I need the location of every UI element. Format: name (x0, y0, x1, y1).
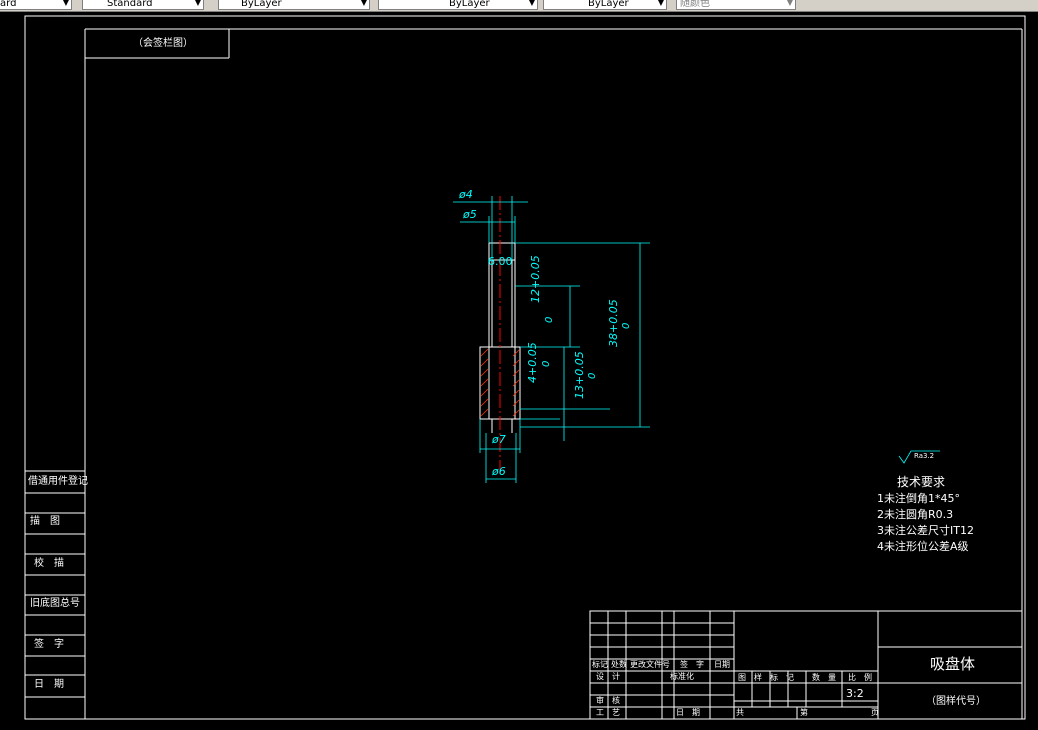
tb-stage-label: 图 样 标 记 (738, 673, 794, 682)
chevron-down-icon: ▼ (194, 0, 201, 7)
tech-req-item: 1未注倒角1*45° (877, 492, 960, 505)
lineweight-value: ByLayer (588, 0, 629, 9)
left-block-label: 借通用件登记 (28, 476, 88, 487)
left-block-label: 校 描 (34, 558, 64, 569)
scale-value: 3:2 (846, 687, 864, 700)
tb-stage-label: 数 量 (812, 673, 836, 682)
dim-4: 4+0.05 (526, 342, 539, 383)
plotstyle-value: 随颜色 (680, 0, 710, 9)
chevron-down-icon: ▼ (786, 0, 793, 7)
dim-12: 12+0.05 (529, 255, 542, 303)
left-block-label: 签 字 (34, 639, 64, 650)
sheet-border (24, 15, 1026, 720)
dim-d6: ø6 (492, 465, 506, 478)
dim-12-low: 0 (544, 316, 555, 323)
drawing-canvas[interactable]: ø4 ø5 6.00 ø7 ø6 12+0.05 0 38+0.05 0 4+0… (0, 11, 1038, 730)
tb-date: 日 期 (676, 708, 700, 717)
surface-finish-text: Ra3.2 (914, 452, 935, 460)
tb-designer: 设 计 (596, 672, 620, 681)
dim-4-low: 0 (541, 360, 552, 367)
tb-sheet-no: 第 (800, 708, 808, 717)
linetype-value: ByLayer (449, 0, 490, 9)
dim-d7: ø7 (492, 433, 506, 446)
drawing-code: （图样代号） (926, 696, 986, 707)
dim-38-low: 0 (621, 322, 632, 329)
tech-req-title: 技术要求 (897, 475, 946, 489)
countersign-label: （会签栏图） (133, 38, 193, 49)
tech-req-item: 4未注形位公差A级 (877, 540, 969, 553)
dim-d5: ø5 (463, 208, 477, 221)
chevron-down-icon: ▼ (657, 0, 664, 7)
text-style-value: ard (0, 0, 17, 9)
chevron-down-icon: ▼ (62, 0, 69, 7)
part-name: 吸盘体 (930, 655, 976, 673)
dimension-lines (453, 196, 650, 483)
plotstyle-combo[interactable]: 随颜色 ▼ (676, 0, 796, 10)
dim-d4: ø4 (459, 188, 473, 201)
tb-page: 页 (871, 708, 879, 717)
tb-reviewer: 审 核 (596, 696, 620, 705)
dim-13-low: 0 (587, 372, 598, 379)
drawing-lines (24, 15, 1026, 720)
tb-row-label: 更改文件号 (630, 660, 670, 669)
left-block-label: 描 图 (30, 516, 60, 527)
chevron-down-icon: ▼ (528, 0, 535, 7)
dim-style-combo[interactable]: Standard ▼ (82, 0, 204, 10)
layer-color-combo[interactable]: ByLayer ▼ (218, 0, 370, 10)
text-style-combo[interactable]: ard ▼ (0, 0, 72, 10)
tb-row-label: 标记 (592, 660, 608, 669)
left-block-label: 旧底图总号 (30, 598, 80, 609)
tb-sheet-total: 共 (736, 708, 744, 717)
tech-req-item: 3未注公差尺寸IT12 (877, 524, 974, 537)
dim-13: 13+0.05 (573, 351, 586, 399)
tb-row-label: 日期 (714, 660, 730, 669)
dim-style-value: Standard (107, 0, 153, 9)
layer-color-value: ByLayer (241, 0, 282, 9)
lineweight-combo[interactable]: ByLayer ▼ (543, 0, 667, 10)
tech-req-item: 2未注圆角R0.3 (877, 508, 954, 521)
tb-row-label: 处数 (611, 660, 627, 669)
chevron-down-icon: ▼ (360, 0, 367, 7)
dim-c6: 6.00 (488, 255, 513, 268)
dim-38: 38+0.05 (607, 299, 620, 347)
tb-row-label: 签 字 (680, 660, 704, 669)
tb-stage-label: 比 例 (848, 673, 872, 682)
linetype-combo[interactable]: ByLayer ▼ (378, 0, 538, 10)
tb-process: 工 艺 (596, 708, 620, 717)
left-block-label: 日 期 (34, 679, 64, 690)
tb-standard: 标准化 (670, 672, 694, 681)
